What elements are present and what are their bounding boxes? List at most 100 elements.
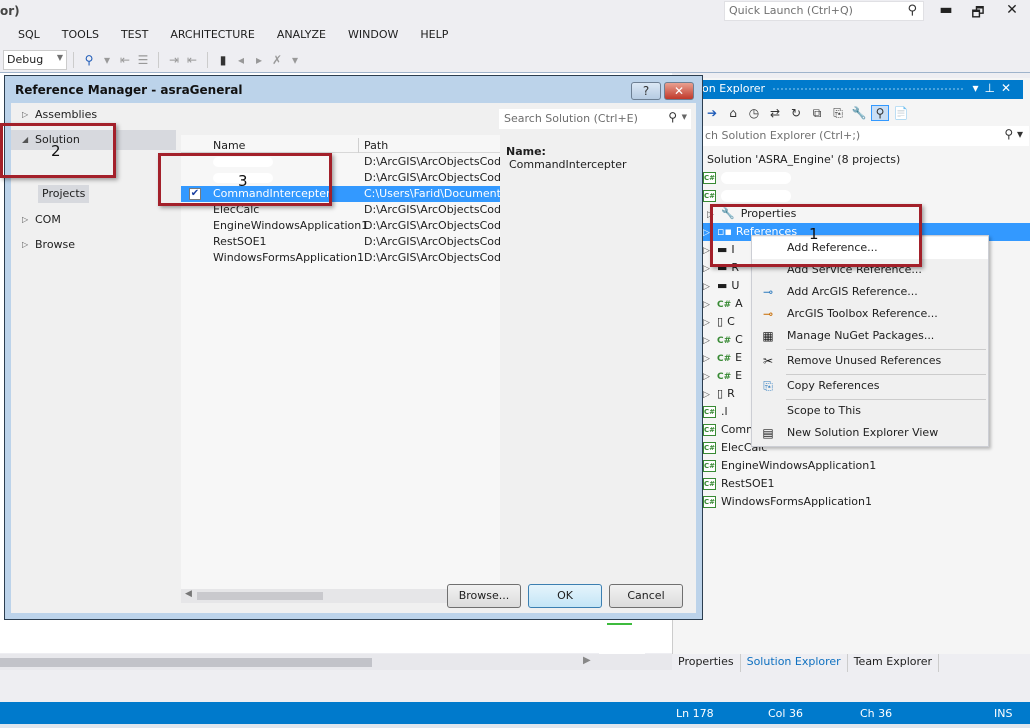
minimize-button[interactable]: ▬ [936,2,956,18]
scroll-left-icon[interactable]: ◀ [185,589,192,599]
menu-architecture[interactable]: ARCHITECTURE [159,28,266,48]
tree-item-project[interactable]: C# [703,169,791,187]
menu-item-new-solution-explorer-view[interactable]: ▤ New Solution Explorer View [752,422,988,444]
home-icon[interactable]: ⌂ [724,106,742,120]
expand-icon[interactable]: ▷ [22,235,28,255]
menu-item-manage-nuget[interactable]: ▦ Manage NuGet Packages... [752,325,988,347]
cancel-button[interactable]: Cancel [609,584,683,608]
dialog-close-button[interactable]: ✕ [664,82,694,100]
refresh-icon[interactable]: ↻ [787,106,805,120]
prev-bookmark-icon[interactable]: ◂ [232,53,250,67]
browse-button[interactable]: Browse... [447,584,521,608]
menu-item-add-arcgis-reference[interactable]: ⊸ Add ArcGIS Reference... [752,281,988,303]
back-icon[interactable]: ➔ [703,106,721,120]
menu-item-copy-references[interactable]: ⎘ Copy References [752,375,988,397]
configuration-dropdown[interactable]: Debug ▼ [3,50,67,70]
find-in-files-icon[interactable]: ⚲ [80,53,98,67]
tree-item-file[interactable]: ▷ ▯ R [703,385,735,403]
list-row[interactable]: WindowsFormsApplication1 D:\ArcGIS\ArcObj… [181,250,500,266]
tree-item-file[interactable]: ▷ C# C [703,331,743,349]
bookmark-icon[interactable]: ▮ [214,53,232,67]
show-all-files-icon[interactable]: ⎘ [829,106,847,121]
csharp-file-icon: C# [717,300,732,310]
editor-horizontal-scrollbar[interactable]: ▶ [0,654,672,670]
scrollbar-thumb[interactable] [0,658,372,667]
tree-item-file[interactable]: ▷ C# E [703,367,742,385]
indent-icon[interactable]: ⇤ [116,53,134,67]
nav-assemblies[interactable]: ▷ Assemblies [11,105,176,125]
folder-icon: ▬ [717,279,728,292]
menu-sql[interactable]: SQL [0,28,51,48]
uncomment-icon[interactable]: ⇤ [183,53,201,67]
tree-item-file[interactable]: ▷ C# E [703,349,742,367]
panel-controls[interactable]: ▾⊥✕ [972,81,1017,95]
annotation-number-2: 2 [51,142,61,160]
tree-item-project[interactable]: C# Comm [703,421,757,439]
chevron-down-icon[interactable]: ▼ [682,113,687,121]
tree-item-project[interactable]: C# .l [703,403,728,421]
tree-item-project[interactable]: C# EngineWindowsApplication1 [703,457,876,475]
collapse-all-icon[interactable]: ⧉ [808,106,826,121]
expand-icon[interactable]: ▷ [703,350,717,368]
tab-team-explorer[interactable]: Team Explorer [848,654,940,672]
drag-grip[interactable] [773,88,963,90]
tree-item-project[interactable]: C# [703,187,791,205]
expand-icon[interactable]: ▷ [22,210,28,230]
column-path[interactable]: Path [364,139,388,152]
nav-browse[interactable]: ▷ Browse [11,235,176,255]
outdent-icon[interactable]: ☰ [134,53,152,67]
list-row[interactable]: EngineWindowsApplication1 D:\ArcGIS\ArcOb… [181,218,500,234]
tree-item-file[interactable]: ▷ C# A [703,295,743,313]
menu-analyze[interactable]: ANALYZE [266,28,337,48]
csharp-project-icon: C# [703,478,716,490]
clear-bookmarks-icon[interactable]: ✗ [268,53,286,67]
nav-projects[interactable]: Projects [38,185,90,203]
overflow-icon[interactable]: ▾ [98,53,116,67]
expand-icon[interactable]: ▷ [703,368,717,386]
scroll-right-icon[interactable]: ▶ [583,655,591,666]
solution-explorer-search[interactable]: ch Solution Explorer (Ctrl+;) ⚲ ▾ [701,126,1029,146]
expand-icon[interactable]: ▷ [703,386,717,404]
next-bookmark-icon[interactable]: ▸ [250,53,268,67]
expand-icon[interactable]: ▷ [703,314,717,332]
tab-solution-explorer[interactable]: Solution Explorer [741,654,848,672]
menu-window[interactable]: WINDOW [337,28,409,48]
preview-selected-icon[interactable]: ⚲ [871,105,889,121]
search-solution-input[interactable]: Search Solution (Ctrl+E) ⚲ ▼ [499,109,691,129]
properties-icon[interactable]: 🔧 [850,106,868,120]
restore-button[interactable]: 🗗 [968,2,988,26]
menu-test[interactable]: TEST [110,28,159,48]
status-line: Ln 178 [676,707,714,720]
tab-properties[interactable]: Properties [672,654,741,672]
list-row[interactable]: RestSOE1 D:\ArcGIS\ArcObjectsCodes [181,234,500,250]
overflow-icon[interactable]: ▾ [286,53,304,67]
expand-icon[interactable]: ▷ [703,332,717,350]
menu-item-scope-to-this[interactable]: Scope to This [752,400,988,422]
column-separator[interactable] [358,138,359,153]
menu-item-arcgis-toolbox-reference[interactable]: ⊸ ArcGIS Toolbox Reference... [752,303,988,325]
standard-toolbar: Debug ▼ ⚲ ▾ ⇤ ☰ ⇥ ⇤ ▮ ◂ ▸ ✗ ▾ [0,49,1030,71]
comment-icon[interactable]: ⇥ [165,53,183,67]
menu-bar: SQL TOOLS TEST ARCHITECTURE ANALYZE WIND… [0,28,459,48]
menu-tools[interactable]: TOOLS [51,28,110,48]
expand-icon[interactable]: ▷ [703,296,717,314]
tree-item-folder[interactable]: ▷ ▬ U [703,277,739,295]
ok-button[interactable]: OK [528,584,602,608]
expand-icon[interactable]: ▷ [22,105,28,125]
quick-launch-input[interactable]: Quick Launch (Ctrl+Q) ⚲ [724,1,924,21]
nav-com[interactable]: ▷ COM [11,210,176,230]
view-code-icon[interactable]: 📄 [892,106,910,120]
sync-icon[interactable]: ⇄ [766,106,784,120]
history-icon[interactable]: ◷ [745,106,763,120]
help-button[interactable]: ? [631,82,661,100]
tree-item-project[interactable]: C# RestSOE1 [703,475,775,493]
menu-item-remove-unused[interactable]: ✂ Remove Unused References [752,350,988,372]
scrollbar-thumb[interactable] [197,592,323,600]
expand-icon[interactable]: ▷ [703,278,717,296]
solution-node[interactable]: Solution 'ASRA_Engine' (8 projects) [707,151,900,169]
close-window-button[interactable]: ✕ [1002,2,1022,18]
column-name[interactable]: Name [213,139,245,152]
menu-help[interactable]: HELP [409,28,459,48]
tree-item-project[interactable]: C# WindowsFormsApplication1 [703,493,872,511]
tree-item-file[interactable]: ▷ ▯ C [703,313,735,331]
